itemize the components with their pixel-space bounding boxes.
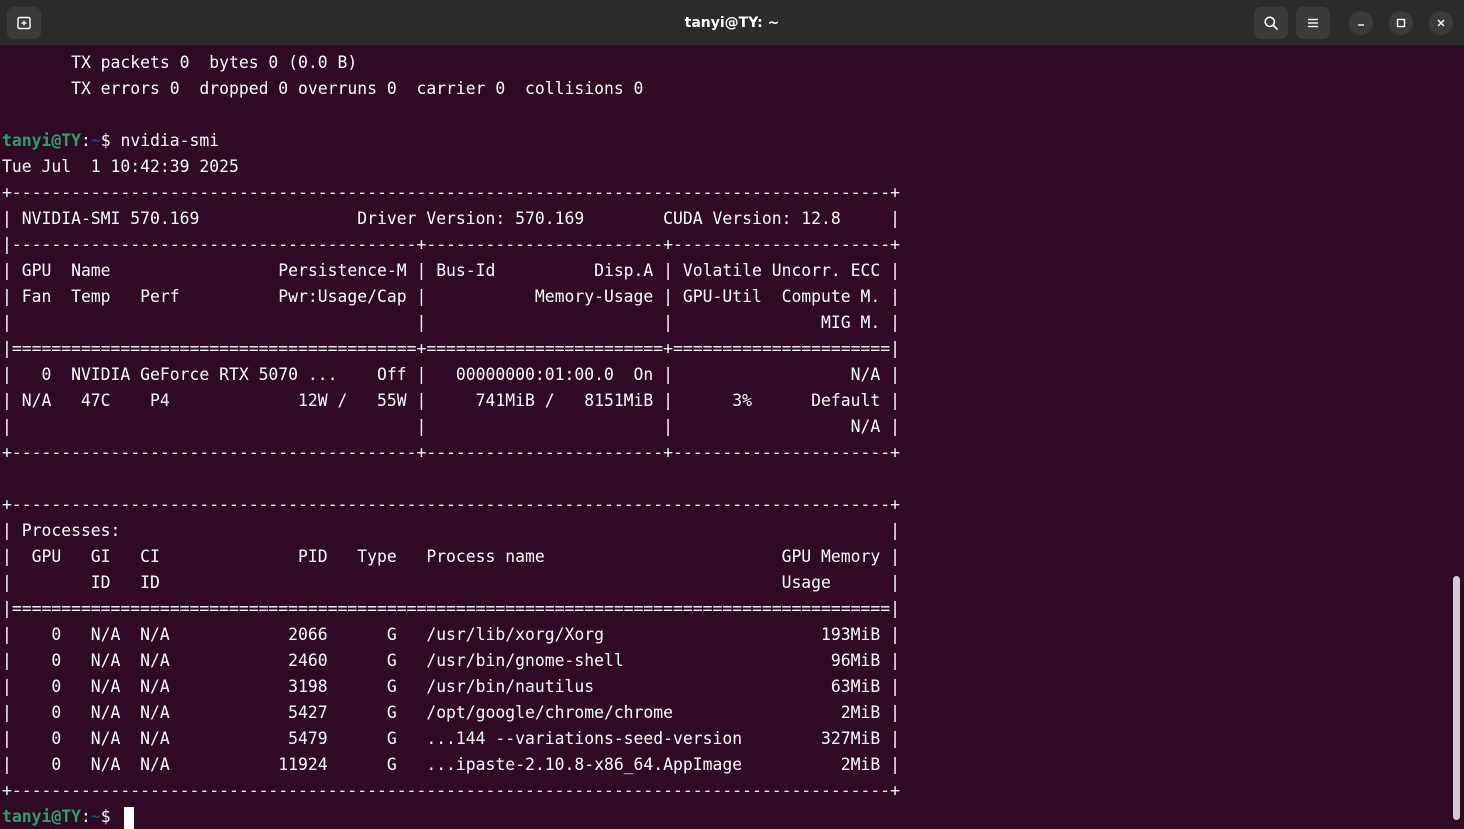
terminal-line: TX errors 0 dropped 0 overruns 0 carrier… bbox=[2, 79, 644, 98]
prompt-separator: : bbox=[80, 807, 91, 826]
terminal-line: | 0 N/A N/A 3198 G /usr/bin/nautilus 63M… bbox=[2, 677, 900, 696]
terminal-line: | ID ID Usage | bbox=[2, 573, 900, 592]
search-icon bbox=[1264, 16, 1278, 30]
terminal-line: +---------------------------------------… bbox=[2, 183, 900, 202]
prompt-symbol: $ bbox=[100, 807, 121, 826]
terminal-line: | 0 N/A N/A 11924 G ...ipaste-2.10.8-x86… bbox=[2, 755, 900, 774]
prompt-user: tanyi@TY bbox=[2, 131, 81, 150]
terminal-line: | Fan Temp Perf Pwr:Usage/Cap | Memory-U… bbox=[2, 287, 900, 306]
terminal-output: TX packets 0 bytes 0 (0.0 B) TX errors 0… bbox=[2, 50, 900, 829]
terminal-line: | GPU GI CI PID Type Process name GPU Me… bbox=[2, 547, 900, 566]
terminal-line: | 0 N/A N/A 2460 G /usr/bin/gnome-shell … bbox=[2, 651, 900, 670]
prompt-path: ~ bbox=[90, 131, 101, 150]
prompt-separator: : bbox=[80, 131, 91, 150]
terminal-line: |---------------------------------------… bbox=[2, 235, 900, 254]
terminal-line: |=======================================… bbox=[2, 339, 900, 358]
terminal-line: | 0 N/A N/A 5427 G /opt/google/chrome/ch… bbox=[2, 703, 900, 722]
terminal-line: | | | N/A | bbox=[2, 417, 900, 436]
title-bar: tanyi@TY: ~ bbox=[0, 0, 1464, 46]
prompt-user: tanyi@TY bbox=[2, 807, 81, 826]
active-prompt-line[interactable]: tanyi@TY:~$ bbox=[2, 804, 900, 829]
text-cursor bbox=[124, 806, 135, 829]
terminal-line: +---------------------------------------… bbox=[2, 495, 900, 514]
terminal-line: | 0 N/A N/A 5479 G ...144 --variations-s… bbox=[2, 729, 900, 748]
minimize-icon bbox=[1358, 24, 1364, 26]
maximize-button[interactable] bbox=[1389, 11, 1413, 35]
close-button[interactable] bbox=[1429, 11, 1453, 35]
terminal-line: | 0 NVIDIA GeForce RTX 5070 ... Off | 00… bbox=[2, 365, 900, 384]
command-text: nvidia-smi bbox=[120, 131, 220, 150]
terminal-line: | 0 N/A N/A 2066 G /usr/lib/xorg/Xorg 19… bbox=[2, 625, 900, 644]
terminal-scrollbar[interactable] bbox=[1453, 576, 1460, 820]
terminal-line: | | | MIG M. | bbox=[2, 313, 900, 332]
hamburger-menu-icon bbox=[1308, 18, 1318, 28]
close-icon bbox=[1437, 19, 1445, 27]
terminal-line: | Processes: | bbox=[2, 521, 900, 540]
search-button[interactable] bbox=[1254, 7, 1288, 39]
terminal-line: |=======================================… bbox=[2, 599, 900, 618]
terminal-line: | N/A 47C P4 12W / 55W | 741MiB / 8151Mi… bbox=[2, 391, 900, 410]
terminal-line: | GPU Name Persistence-M | Bus-Id Disp.A… bbox=[2, 261, 900, 280]
terminal-line: | NVIDIA-SMI 570.169 Driver Version: 570… bbox=[2, 209, 900, 228]
minimize-button[interactable] bbox=[1349, 11, 1373, 35]
window-title: tanyi@TY: ~ bbox=[684, 15, 780, 31]
terminal-line: +---------------------------------------… bbox=[2, 443, 900, 462]
prompt-symbol: $ bbox=[100, 131, 121, 150]
maximize-icon bbox=[1396, 18, 1406, 28]
terminal-line: +---------------------------------------… bbox=[2, 781, 900, 800]
new-tab-icon bbox=[17, 16, 31, 30]
prompt-path: ~ bbox=[90, 807, 101, 826]
terminal-line: TX packets 0 bytes 0 (0.0 B) bbox=[2, 53, 358, 72]
terminal-line: Tue Jul 1 10:42:39 2025 bbox=[2, 157, 308, 176]
terminal-view[interactable]: TX packets 0 bytes 0 (0.0 B) TX errors 0… bbox=[0, 46, 1450, 829]
command-line: tanyi@TY:~$ nvidia-smi bbox=[2, 128, 900, 154]
menu-button[interactable] bbox=[1296, 7, 1330, 39]
new-tab-button[interactable] bbox=[7, 7, 41, 39]
